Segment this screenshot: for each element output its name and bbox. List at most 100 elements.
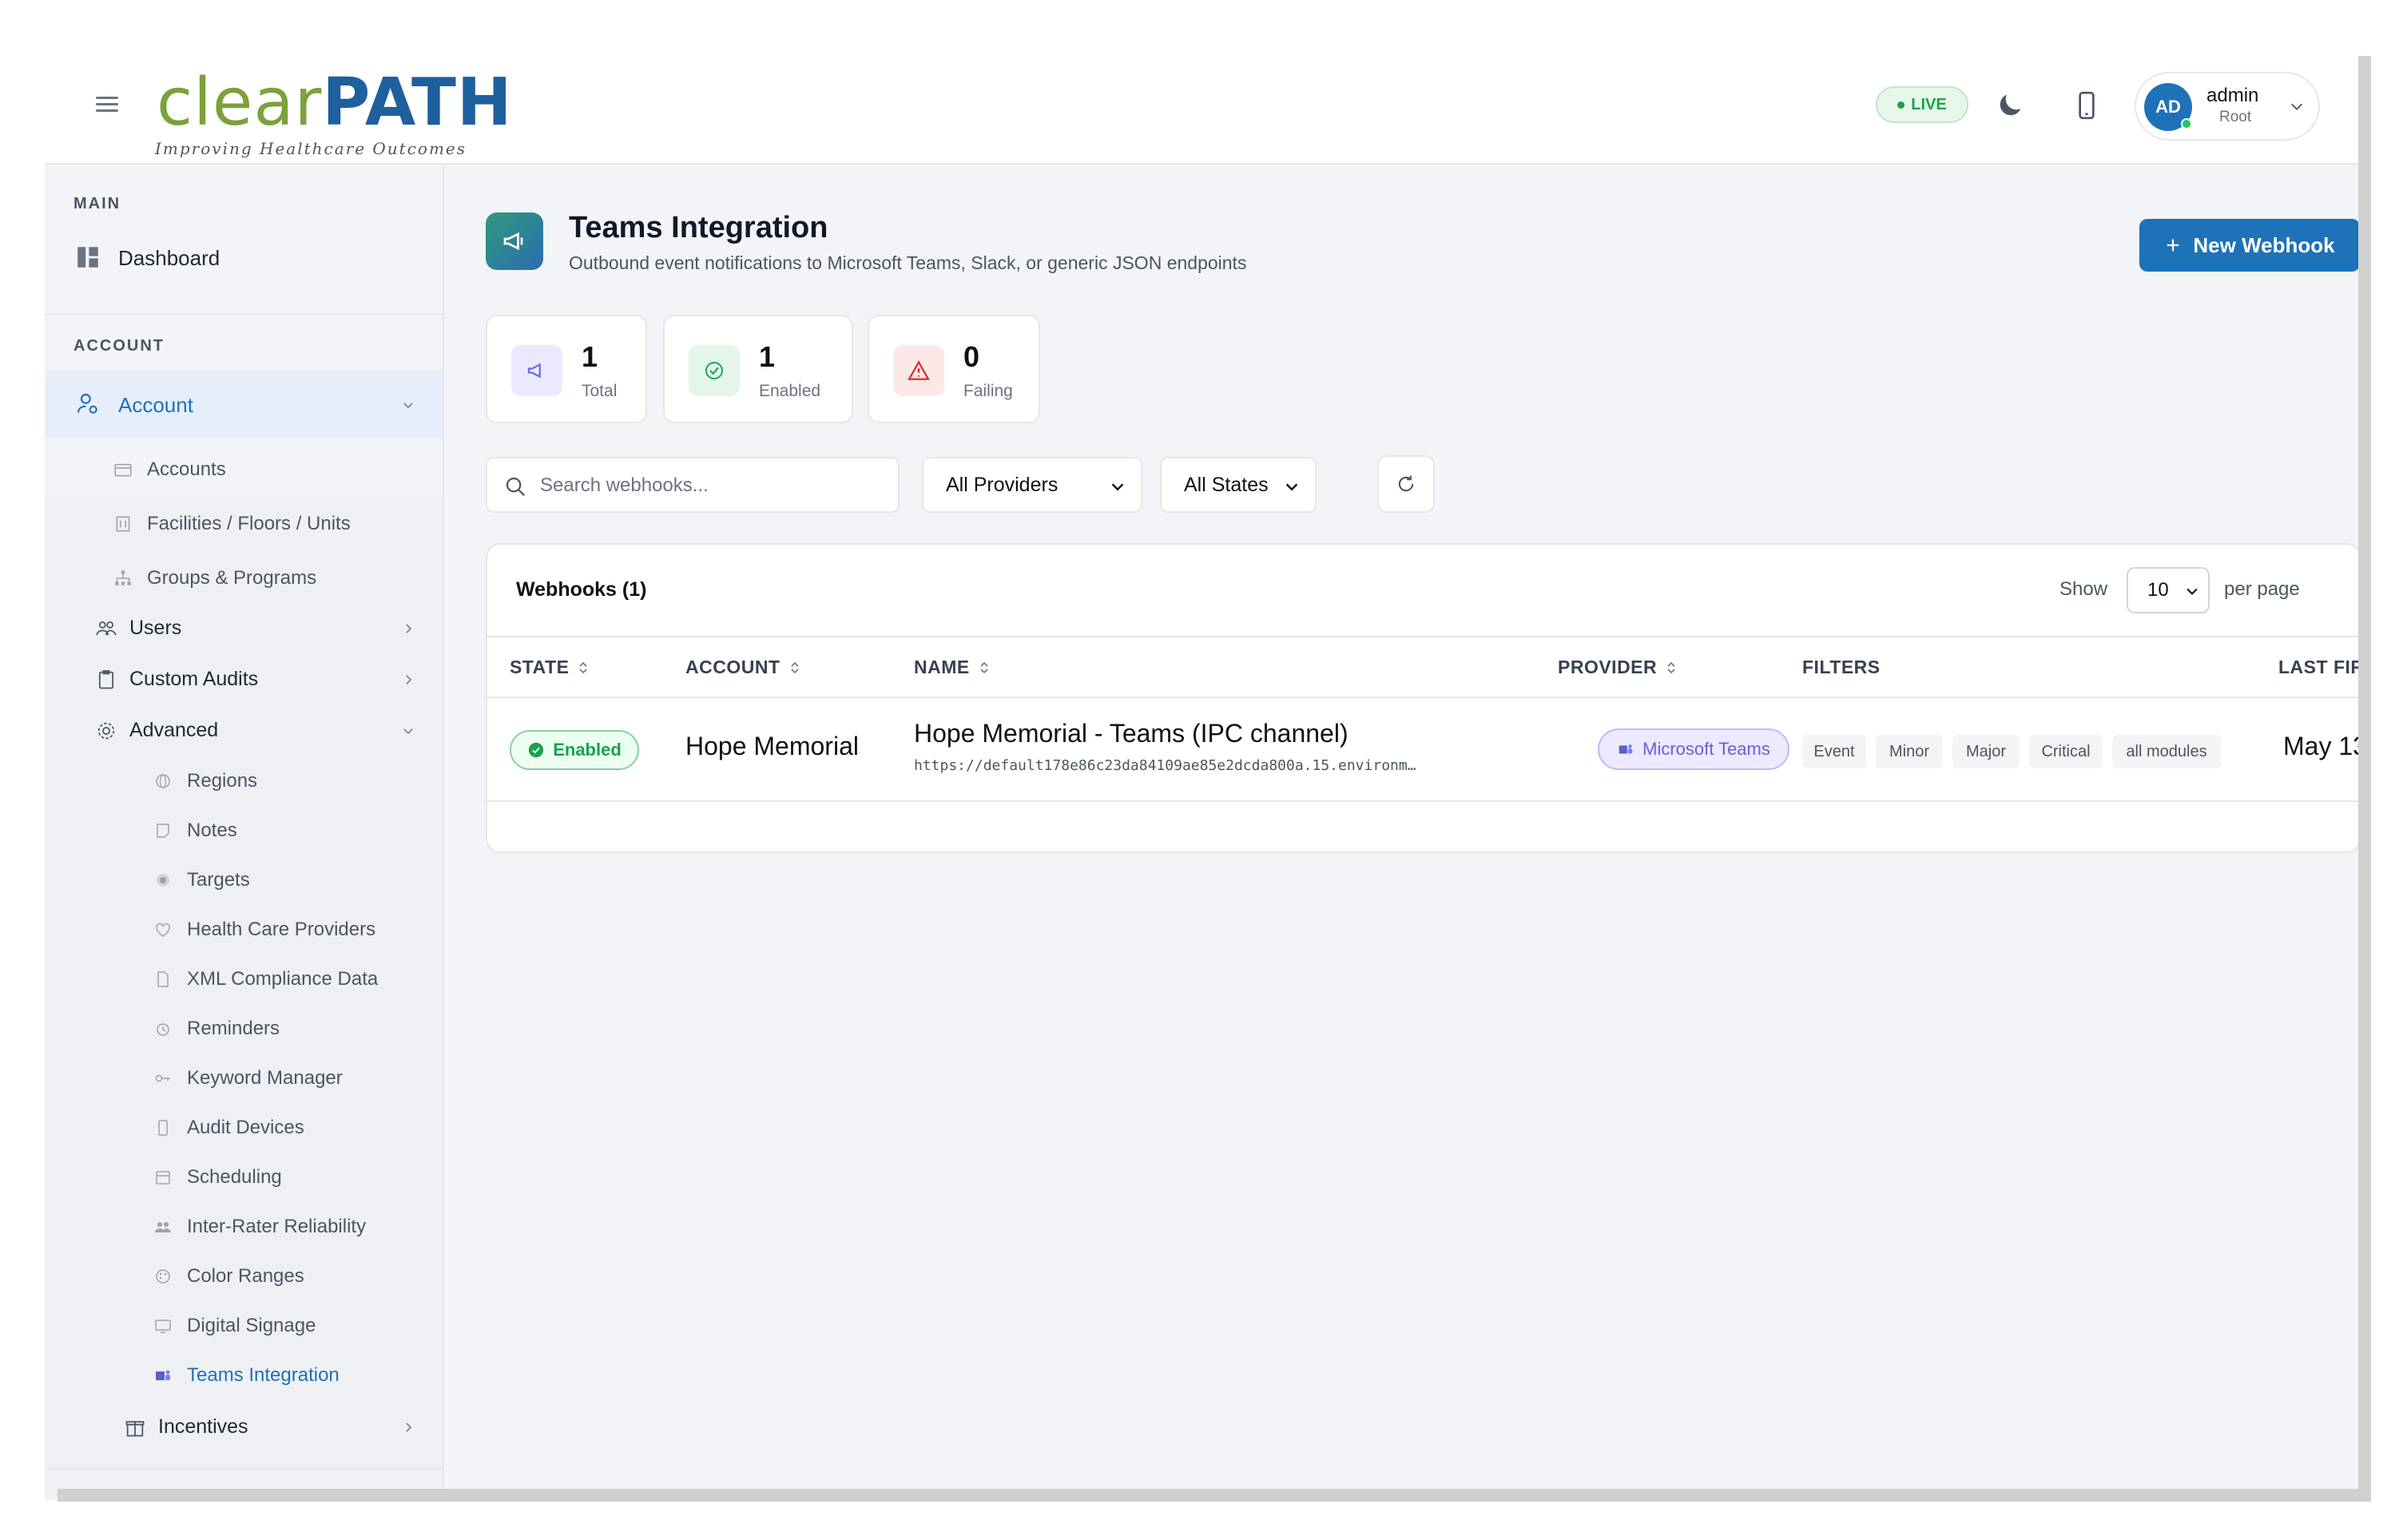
column-header-filters: FILTERS: [1802, 657, 1881, 678]
live-label: LIVE: [1911, 95, 1947, 113]
mobile-device-icon[interactable]: [2071, 89, 2103, 121]
filter-chip: Critical: [2029, 735, 2103, 768]
sort-icon: [579, 661, 588, 673]
sidebar-item-label: Users: [129, 617, 182, 639]
megaphone-icon: [511, 345, 562, 396]
check-circle-icon: [689, 345, 740, 396]
sidebar-item-advanced[interactable]: Advanced: [45, 708, 443, 754]
per-page-value: 10: [2147, 579, 2169, 601]
provider-select[interactable]: All Providers: [922, 457, 1142, 513]
sidebar-item-scheduling[interactable]: Scheduling: [45, 1155, 443, 1200]
key-icon: [152, 1067, 174, 1090]
window-shadow-bottom: [58, 1489, 2371, 1502]
dark-mode-moon-icon[interactable]: [1994, 89, 2026, 121]
sidebar-item-label: Notes: [187, 820, 237, 841]
cell-last-fired: May 13, 2: [2283, 732, 2360, 760]
clearpath-logo[interactable]: clearPATH Improving Healthcare Outcomes: [155, 65, 524, 159]
sidebar-item-targets[interactable]: Targets: [45, 858, 443, 903]
sidebar-item-health-care-providers[interactable]: Health Care Providers: [45, 907, 443, 952]
provider-select-value: All Providers: [946, 473, 1059, 496]
search-box: [486, 457, 900, 513]
avatar: AD: [2144, 83, 2192, 131]
teams-icon: [152, 1364, 174, 1387]
sidebar-item-notes[interactable]: Notes: [45, 808, 443, 853]
refresh-button[interactable]: [1377, 455, 1435, 513]
column-header-label: STATE: [510, 657, 570, 677]
sidebar-item-custom-audits[interactable]: Custom Audits: [45, 657, 443, 703]
sidebar-item-label: Color Ranges: [187, 1265, 304, 1287]
sidebar-item-groups-programs[interactable]: Groups & Programs: [45, 556, 443, 601]
sidebar-item-label: Advanced: [129, 719, 219, 741]
sidebar-item-reminders[interactable]: Reminders: [45, 1006, 443, 1051]
sitemap-icon: [112, 567, 134, 589]
chevron-down-icon: [403, 403, 413, 409]
column-header-name[interactable]: NAME: [914, 657, 991, 678]
sidebar-item-label: Scheduling: [187, 1166, 282, 1188]
building-icon: [112, 513, 134, 535]
sidebar-item-regions[interactable]: Regions: [45, 759, 443, 804]
sidebar-item-label: XML Compliance Data: [187, 968, 379, 990]
search-icon: [506, 477, 526, 497]
page-title: Teams Integration: [569, 211, 828, 244]
sidebar-item-xml-compliance-data[interactable]: XML Compliance Data: [45, 957, 443, 1002]
warning-triangle-icon: [893, 345, 944, 396]
sidebar-item-keyword-manager[interactable]: Keyword Manager: [45, 1056, 443, 1101]
stat-value: 1: [582, 340, 598, 373]
state-select-value: All States: [1184, 473, 1269, 496]
chevron-right-icon: [406, 1423, 412, 1432]
column-header-account[interactable]: ACCOUNT: [685, 657, 801, 678]
user-cog-icon: [73, 390, 102, 419]
check-circle-icon: [529, 742, 544, 758]
sidebar-item-color-ranges[interactable]: Color Ranges: [45, 1254, 443, 1299]
state-select[interactable]: All States: [1160, 457, 1317, 513]
dashboard-icon: [73, 243, 102, 272]
logo-text-clear: clear: [157, 65, 323, 141]
table-row[interactable]: Enabled Hope Memorial Hope Memorial - Te…: [487, 698, 2360, 802]
sidebar-item-facilities[interactable]: Facilities / Floors / Units: [45, 502, 443, 546]
cell-webhook-name[interactable]: Hope Memorial - Teams (IPC channel): [914, 719, 1348, 748]
column-header-state[interactable]: STATE: [510, 657, 590, 678]
filter-chip: all modules: [2112, 735, 2221, 768]
sidebar-item-inter-rater-reliability[interactable]: Inter-Rater Reliability: [45, 1205, 443, 1249]
chevron-down-icon: [403, 728, 413, 735]
sidebar-item-incentives[interactable]: Incentives: [45, 1404, 443, 1451]
sort-icon: [790, 661, 799, 673]
sidebar-item-label: Audit Devices: [187, 1117, 304, 1138]
section-label-account: ACCOUNT: [73, 337, 165, 355]
sidebar-item-users[interactable]: Users: [45, 605, 443, 652]
provider-badge: Microsoft Teams: [1598, 728, 1789, 770]
per-page-select[interactable]: 10: [2127, 567, 2210, 613]
sidebar-item-label: Digital Signage: [187, 1315, 316, 1336]
column-header-provider[interactable]: PROVIDER: [1558, 657, 1678, 678]
sidebar-item-account[interactable]: Account: [45, 371, 443, 438]
chevron-right-icon: [406, 675, 412, 685]
tablet-icon: [152, 1117, 174, 1139]
menu-icon[interactable]: [96, 93, 118, 117]
gift-icon: [123, 1415, 147, 1439]
sidebar-item-audit-devices[interactable]: Audit Devices: [45, 1105, 443, 1150]
sidebar-item-label: Custom Audits: [129, 668, 259, 690]
search-input[interactable]: [540, 470, 884, 502]
user-menu[interactable]: AD admin Root: [2135, 72, 2320, 141]
provider-badge-label: Microsoft Teams: [1642, 739, 1770, 759]
palette-icon: [152, 1265, 174, 1288]
sidebar-item-digital-signage[interactable]: Digital Signage: [45, 1304, 443, 1348]
calendar-icon: [152, 1166, 174, 1189]
sidebar-item-teams-integration[interactable]: Teams Integration: [45, 1353, 443, 1398]
stat-label: Failing: [963, 382, 1013, 400]
new-webhook-button[interactable]: New Webhook: [2139, 219, 2360, 272]
sticky-note-icon: [152, 820, 174, 842]
gear-icon: [94, 719, 118, 743]
plus-icon: [2167, 239, 2179, 252]
main-content: Teams Integration Outbound event notific…: [446, 166, 2369, 1500]
sidebar-item-label: Account: [118, 393, 193, 417]
stat-label: Enabled: [759, 382, 821, 400]
sidebar-item-dashboard[interactable]: Dashboard: [45, 236, 443, 278]
show-label: Show: [2059, 578, 2108, 600]
cell-account: Hope Memorial: [685, 732, 859, 760]
stat-card-enabled: 1 Enabled: [663, 315, 853, 423]
sidebar-item-accounts[interactable]: Accounts: [45, 447, 443, 492]
column-header-last-fired[interactable]: LAST FIRED: [2278, 657, 2360, 678]
refresh-icon: [1398, 475, 1414, 492]
sidebar-item-label: Groups & Programs: [147, 567, 317, 589]
